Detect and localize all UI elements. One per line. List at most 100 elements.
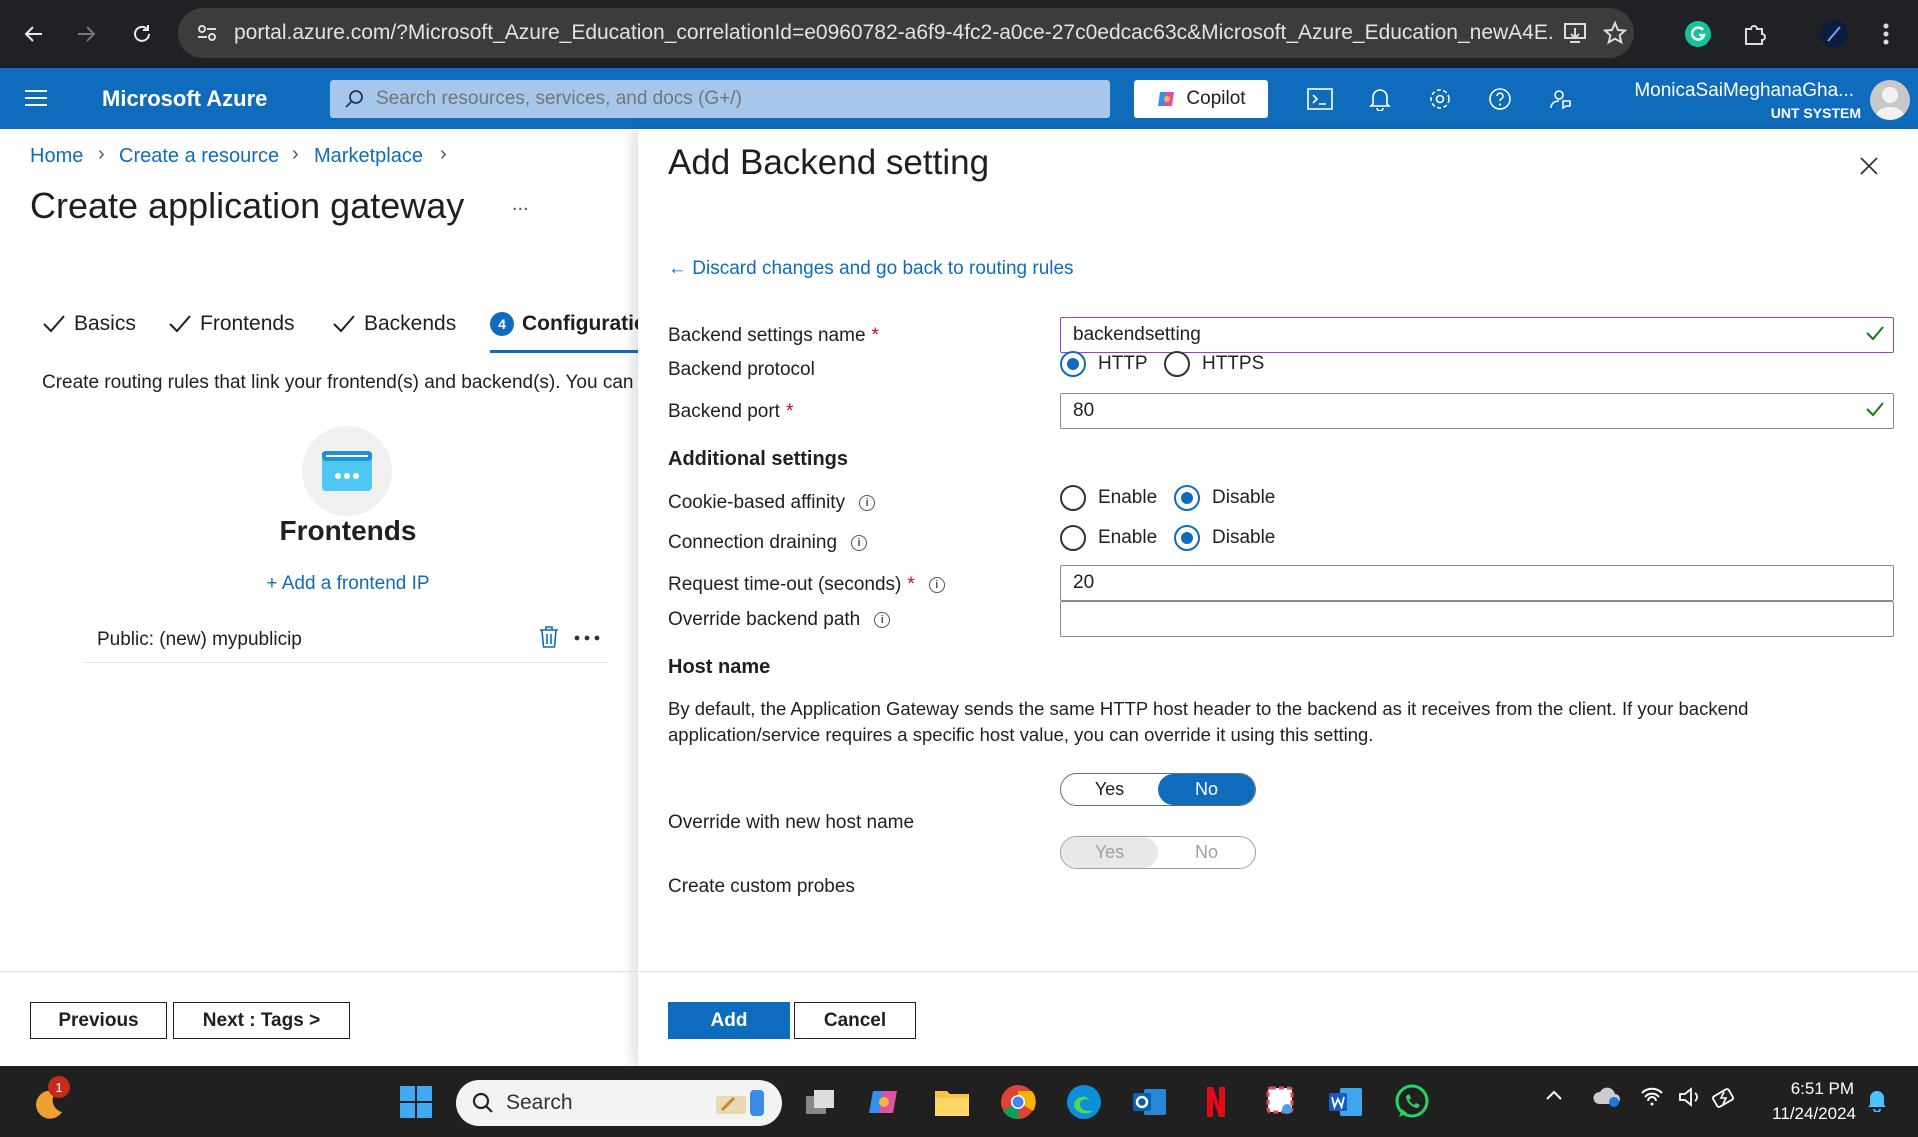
- portal-menu-icon[interactable]: [24, 88, 48, 108]
- breadcrumb-home[interactable]: Home: [30, 145, 83, 168]
- tab-configuration[interactable]: 4 Configuration: [490, 312, 640, 336]
- edge-icon[interactable]: [1064, 1082, 1104, 1122]
- help-icon[interactable]: [1484, 83, 1516, 115]
- forward-arrow-icon[interactable]: [68, 16, 104, 52]
- next-tags-button[interactable]: Next : Tags >: [173, 1002, 350, 1039]
- windows-start-icon[interactable]: [396, 1082, 436, 1122]
- windows-taskbar: 1 Search 6:51 PM 11/24/2024: [0, 1066, 1918, 1137]
- whatsapp-icon[interactable]: [1392, 1082, 1432, 1122]
- override-host-toggle[interactable]: Yes No: [1060, 773, 1256, 806]
- account-name[interactable]: MonicaSaiMeghanaGha...: [1634, 80, 1854, 102]
- wifi-icon[interactable]: [1640, 1086, 1664, 1106]
- grammarly-extension-icon[interactable]: [1680, 16, 1716, 52]
- breadcrumb-marketplace[interactable]: Marketplace: [314, 145, 423, 168]
- global-search[interactable]: [330, 80, 1110, 118]
- item-more-icon[interactable]: [574, 635, 600, 641]
- add-frontend-ip-link[interactable]: + Add a frontend IP: [240, 573, 456, 595]
- request-timeout-value: 20: [1073, 572, 1095, 593]
- reload-icon[interactable]: [124, 16, 160, 52]
- toggle-no-option[interactable]: No: [1158, 774, 1255, 805]
- toggle-yes-option[interactable]: Yes: [1061, 774, 1158, 805]
- protocol-http-radio[interactable]: HTTP: [1060, 351, 1148, 377]
- file-explorer-icon[interactable]: [932, 1082, 972, 1122]
- backend-settings-name-value: backendsetting: [1073, 324, 1201, 345]
- info-icon[interactable]: i: [874, 612, 891, 628]
- draining-disable-radio[interactable]: Disable: [1174, 525, 1275, 551]
- netflix-icon[interactable]: [1196, 1082, 1236, 1122]
- volume-icon[interactable]: [1678, 1086, 1702, 1108]
- back-arrow-icon[interactable]: [16, 16, 52, 52]
- add-button[interactable]: Add: [668, 1002, 790, 1039]
- extensions-puzzle-icon[interactable]: [1736, 16, 1772, 52]
- profile-icon[interactable]: [1816, 16, 1852, 52]
- info-icon[interactable]: i: [928, 577, 945, 593]
- feedback-icon[interactable]: [1544, 83, 1576, 115]
- chrome-icon[interactable]: [998, 1082, 1038, 1122]
- valid-check-icon: [1865, 401, 1885, 417]
- search-input[interactable]: [376, 88, 1076, 110]
- settings-gear-icon[interactable]: [1424, 83, 1456, 115]
- draining-enable-radio[interactable]: Enable: [1060, 525, 1157, 551]
- info-icon[interactable]: i: [851, 535, 868, 551]
- panel-title: Add Backend setting: [668, 143, 990, 182]
- cloud-shell-icon[interactable]: [1304, 83, 1336, 115]
- cancel-button[interactable]: Cancel: [794, 1002, 916, 1039]
- tab-backends-label: Backends: [364, 312, 457, 335]
- protocol-https-radio[interactable]: HTTPS: [1164, 351, 1264, 377]
- previous-button[interactable]: Previous: [30, 1002, 167, 1039]
- show-hidden-icons-chevron-icon[interactable]: [1544, 1088, 1564, 1102]
- step-number-badge: 4: [490, 312, 514, 336]
- request-timeout-field[interactable]: 20: [1060, 565, 1894, 601]
- tab-frontends[interactable]: Frontends: [168, 312, 295, 336]
- site-settings-icon[interactable]: [196, 22, 218, 44]
- clock-time[interactable]: 6:51 PM: [1791, 1079, 1854, 1099]
- footer-divider: [0, 971, 1918, 972]
- step-description: Create routing rules that link your fron…: [42, 372, 634, 393]
- close-icon[interactable]: [1854, 151, 1884, 181]
- copilot-button[interactable]: Copilot: [1134, 80, 1268, 118]
- tab-basics[interactable]: Basics: [42, 312, 136, 336]
- snipping-tool-icon[interactable]: [1262, 1082, 1302, 1122]
- browser-menu-icon[interactable]: [1868, 16, 1904, 52]
- list-item[interactable]: Public: (new) mypublicip: [84, 609, 608, 663]
- word-icon[interactable]: [1326, 1082, 1366, 1122]
- override-backend-path-label: Override backend path i: [668, 609, 891, 631]
- more-options-icon[interactable]: ...: [512, 193, 529, 216]
- radio-unselected-icon: [1060, 525, 1086, 551]
- chevron-right-icon: ›: [440, 143, 447, 165]
- notifications-bell-icon[interactable]: [1866, 1088, 1888, 1112]
- bookmark-star-icon[interactable]: [1602, 20, 1628, 46]
- battery-charging-icon[interactable]: [1712, 1086, 1738, 1108]
- backend-settings-name-field[interactable]: backendsetting: [1060, 317, 1894, 353]
- tab-configuration-label: Configuration: [522, 312, 640, 335]
- azure-header: Microsoft Azure Copilot MonicaSaiMeghana…: [0, 68, 1918, 129]
- install-app-icon[interactable]: [1562, 20, 1588, 46]
- backend-port-field[interactable]: 80: [1060, 393, 1894, 429]
- cookie-affinity-label: Cookie-based affinity i: [668, 492, 876, 514]
- cookie-enable-radio[interactable]: Enable: [1060, 485, 1157, 511]
- host-name-heading: Host name: [668, 656, 771, 678]
- override-backend-path-field[interactable]: [1060, 601, 1894, 637]
- breadcrumb-create-resource[interactable]: Create a resource: [119, 145, 279, 168]
- onedrive-cloud-icon[interactable]: [1592, 1086, 1622, 1108]
- weather-widget-icon[interactable]: 1: [28, 1076, 70, 1122]
- avatar[interactable]: [1870, 80, 1910, 120]
- discard-changes-link[interactable]: ← Discard changes and go back to routing…: [668, 258, 1074, 280]
- info-icon[interactable]: i: [859, 495, 876, 511]
- brand-title[interactable]: Microsoft Azure: [102, 86, 267, 112]
- delete-trash-icon[interactable]: [538, 625, 560, 649]
- connection-draining-label: Connection draining i: [668, 532, 868, 554]
- clock-date[interactable]: 11/24/2024: [1772, 1104, 1856, 1124]
- task-view-icon[interactable]: [800, 1082, 840, 1122]
- taskbar-search[interactable]: Search: [456, 1080, 782, 1126]
- account-directory[interactable]: UNT SYSTEM: [1771, 105, 1861, 121]
- cookie-disable-label: Disable: [1212, 487, 1276, 508]
- address-bar[interactable]: portal.azure.com/?Microsoft_Azure_Educat…: [178, 8, 1634, 58]
- copilot-app-icon[interactable]: [864, 1082, 904, 1122]
- cookie-disable-radio[interactable]: Disable: [1174, 485, 1275, 511]
- copilot-label: Copilot: [1186, 88, 1246, 109]
- tab-backends[interactable]: Backends: [332, 312, 456, 336]
- url-text[interactable]: portal.azure.com/?Microsoft_Azure_Educat…: [234, 21, 1554, 45]
- outlook-icon[interactable]: [1130, 1082, 1170, 1122]
- notifications-bell-icon[interactable]: [1364, 83, 1396, 115]
